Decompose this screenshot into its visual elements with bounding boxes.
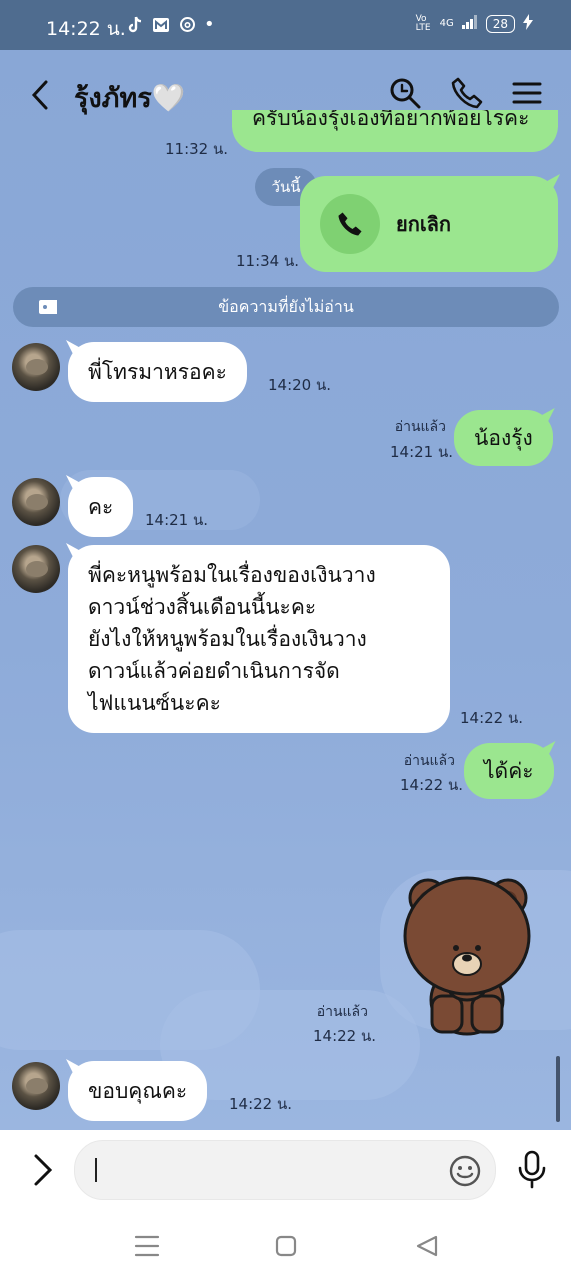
message-input[interactable]: [74, 1140, 496, 1200]
chat-scrollbar[interactable]: [556, 1056, 560, 1122]
brown-bear-sticker[interactable]: [400, 868, 534, 1038]
status-time: 14:22 น.: [46, 18, 126, 40]
phone-icon: [451, 77, 483, 109]
back-button[interactable]: [28, 78, 56, 112]
message-time: 14:22 น.: [313, 1027, 377, 1045]
message-line: ยังไงให้หนูพร้อมในเรื่องเงินวาง: [88, 627, 367, 651]
emoji-icon: [449, 1155, 481, 1187]
message-text: ขอบคุณคะ: [88, 1079, 188, 1103]
received-message[interactable]: พี่คะหนูพร้อมในเรื่องของเงินวาง ดาวน์ช่ว…: [68, 545, 450, 733]
back-chevron-icon: [31, 80, 48, 110]
message-text: ครับน้องรุ้งเองที่อยากพ้อยโรคะ: [252, 110, 530, 130]
message-line: ไฟแนนซ์นะคะ: [88, 691, 221, 715]
message-line: พี่คะหนูพร้อมในเรื่องของเงินวาง: [88, 563, 376, 587]
search-button[interactable]: [388, 76, 422, 110]
phone-icon: [338, 212, 362, 236]
tiktok-icon: [126, 16, 144, 34]
unread-label: ข้อความที่ยังไม่อ่าน: [218, 296, 354, 316]
signal-icon: [461, 15, 478, 32]
chat-title[interactable]: รุ้งภัทร🤍: [74, 76, 185, 119]
notification-dot: •: [204, 14, 215, 35]
threads-icon: [178, 16, 196, 34]
avatar[interactable]: [12, 343, 60, 391]
message-time: 14:22 น.: [460, 709, 524, 727]
triangle-back-icon: [416, 1235, 438, 1257]
received-message[interactable]: ขอบคุณคะ: [68, 1061, 208, 1121]
volte-label: Vo LTE: [415, 13, 431, 33]
sent-message-partial[interactable]: ครับน้องรุ้งเองที่อยากพ้อยโรคะ: [232, 110, 558, 152]
system-back-button[interactable]: [414, 1234, 440, 1258]
menu-icon: [512, 82, 542, 104]
gmail-icon: [152, 16, 170, 34]
message-time: 14:21 น.: [145, 511, 209, 529]
search-icon: [390, 78, 421, 109]
unread-messages-divider: ข้อความที่ยังไม่อ่าน: [13, 287, 559, 327]
expand-menu-button[interactable]: [30, 1152, 56, 1188]
avatar[interactable]: [12, 545, 60, 593]
message-time: 14:22 น.: [400, 776, 464, 794]
system-indicators: Vo LTE 4G 28: [416, 14, 533, 33]
tag-icon: [39, 299, 59, 314]
message-time: 14:21 น.: [390, 443, 454, 461]
read-receipt: อ่านแล้ว: [316, 1004, 368, 1020]
avatar[interactable]: [12, 478, 60, 526]
charging-icon: [523, 14, 533, 33]
sent-message[interactable]: ได้ค่ะ: [464, 743, 554, 799]
read-receipt: อ่านแล้ว: [394, 419, 446, 435]
message-time: 11:34 น.: [236, 252, 300, 270]
sent-message[interactable]: น้องรุ้ง: [454, 410, 553, 466]
received-message[interactable]: พี่โทรมาหรอคะ: [68, 342, 247, 402]
battery-icon: 28: [485, 14, 515, 33]
message-text: ได้ค่ะ: [484, 759, 534, 783]
menu-button[interactable]: [512, 76, 546, 110]
chevron-right-icon: [34, 1154, 53, 1186]
message-time: 14:20 น.: [268, 376, 332, 394]
recents-icon: [134, 1235, 160, 1257]
network-label: 4G: [439, 18, 454, 29]
voice-button[interactable]: [516, 1150, 548, 1190]
status-bar: 14:22 น. • Vo LTE 4G 28: [0, 0, 571, 50]
home-icon: [275, 1235, 297, 1257]
message-time: 14:22 น.: [229, 1095, 293, 1113]
notification-icons: •: [126, 14, 215, 35]
text-caret: [95, 1158, 97, 1182]
read-receipt: อ่านแล้ว: [403, 753, 455, 769]
home-button[interactable]: [274, 1234, 300, 1258]
call-message-bubble[interactable]: ยกเลิก: [300, 176, 558, 272]
message-text: น้องรุ้ง: [474, 426, 533, 450]
call-status-icon-wrap: [320, 194, 380, 254]
call-button[interactable]: [450, 76, 484, 110]
message-text: พี่โทรมาหรอคะ: [88, 360, 227, 384]
message-line: ดาวน์แล้วค่อยดำเนินการจัด: [88, 659, 340, 683]
received-message[interactable]: คะ: [68, 477, 134, 537]
emoji-button[interactable]: [448, 1154, 482, 1188]
recent-apps-button[interactable]: [134, 1234, 160, 1258]
message-text: คะ: [88, 495, 114, 519]
call-status-label: ยกเลิก: [396, 212, 452, 236]
avatar[interactable]: [12, 1062, 60, 1110]
message-time: 11:32 น.: [165, 140, 229, 158]
message-line: ดาวน์ช่วงสิ้นเดือนนี้นะคะ: [88, 595, 317, 619]
microphone-icon: [518, 1150, 546, 1189]
